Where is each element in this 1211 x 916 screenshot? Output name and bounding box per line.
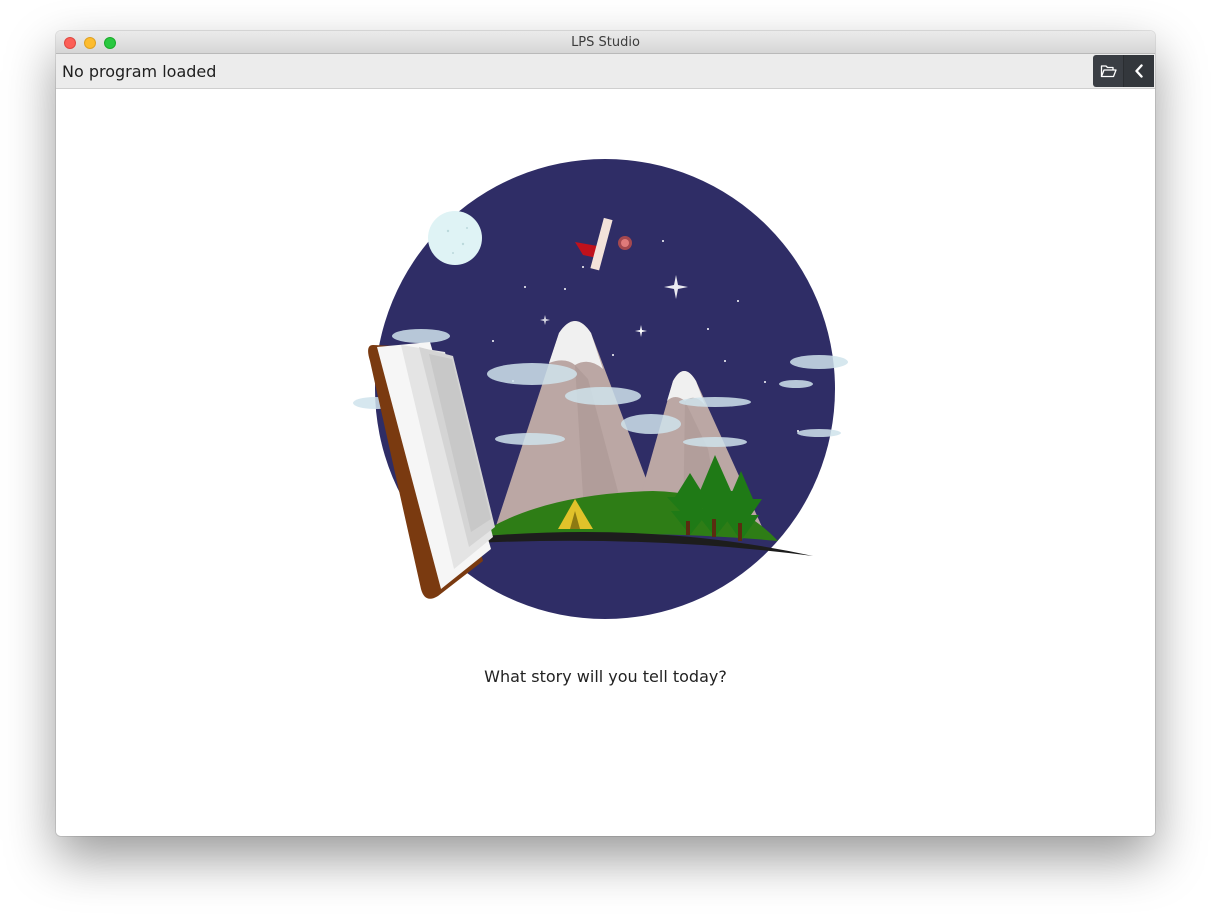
main-content: What story will you tell today? — [56, 89, 1155, 836]
toolbar-button-group — [1093, 55, 1154, 87]
program-status-label: No program loaded — [62, 62, 217, 81]
window-title: LPS Studio — [571, 35, 640, 50]
toolbar: No program loaded — [56, 54, 1155, 89]
story-illustration — [353, 159, 848, 619]
tagline-text: What story will you tell today? — [484, 667, 727, 686]
moon-icon — [428, 211, 482, 265]
title-bar[interactable]: LPS Studio — [56, 31, 1155, 54]
app-window: LPS Studio No program loaded What story … — [56, 31, 1155, 836]
collapse-panel-button[interactable] — [1123, 55, 1154, 87]
folder-open-icon — [1100, 65, 1117, 78]
chevron-left-icon — [1135, 64, 1143, 78]
open-program-button[interactable] — [1093, 55, 1123, 87]
